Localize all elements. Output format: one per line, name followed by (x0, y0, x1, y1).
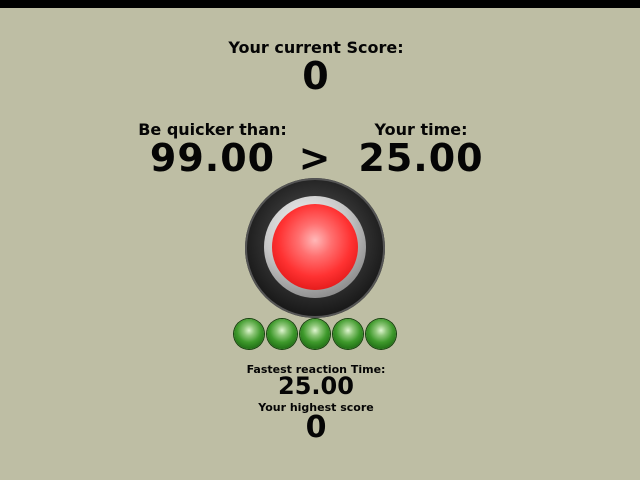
comparison-symbol: > (298, 136, 332, 180)
progress-lights (233, 319, 399, 351)
your-time-value: 25.00 (358, 136, 484, 180)
target-time-value: 99.00 (149, 136, 276, 180)
progress-light-5 (366, 319, 396, 349)
progress-light-1 (234, 319, 264, 349)
progress-light-4 (333, 319, 363, 349)
progress-light-2 (267, 319, 297, 349)
highest-score-value: 0 (305, 410, 327, 445)
current-score-value: 0 (302, 54, 330, 98)
fastest-time-value: 25.00 (278, 372, 354, 400)
reaction-button[interactable] (272, 204, 358, 290)
top-status-bar (0, 0, 640, 8)
progress-light-3 (300, 319, 330, 349)
